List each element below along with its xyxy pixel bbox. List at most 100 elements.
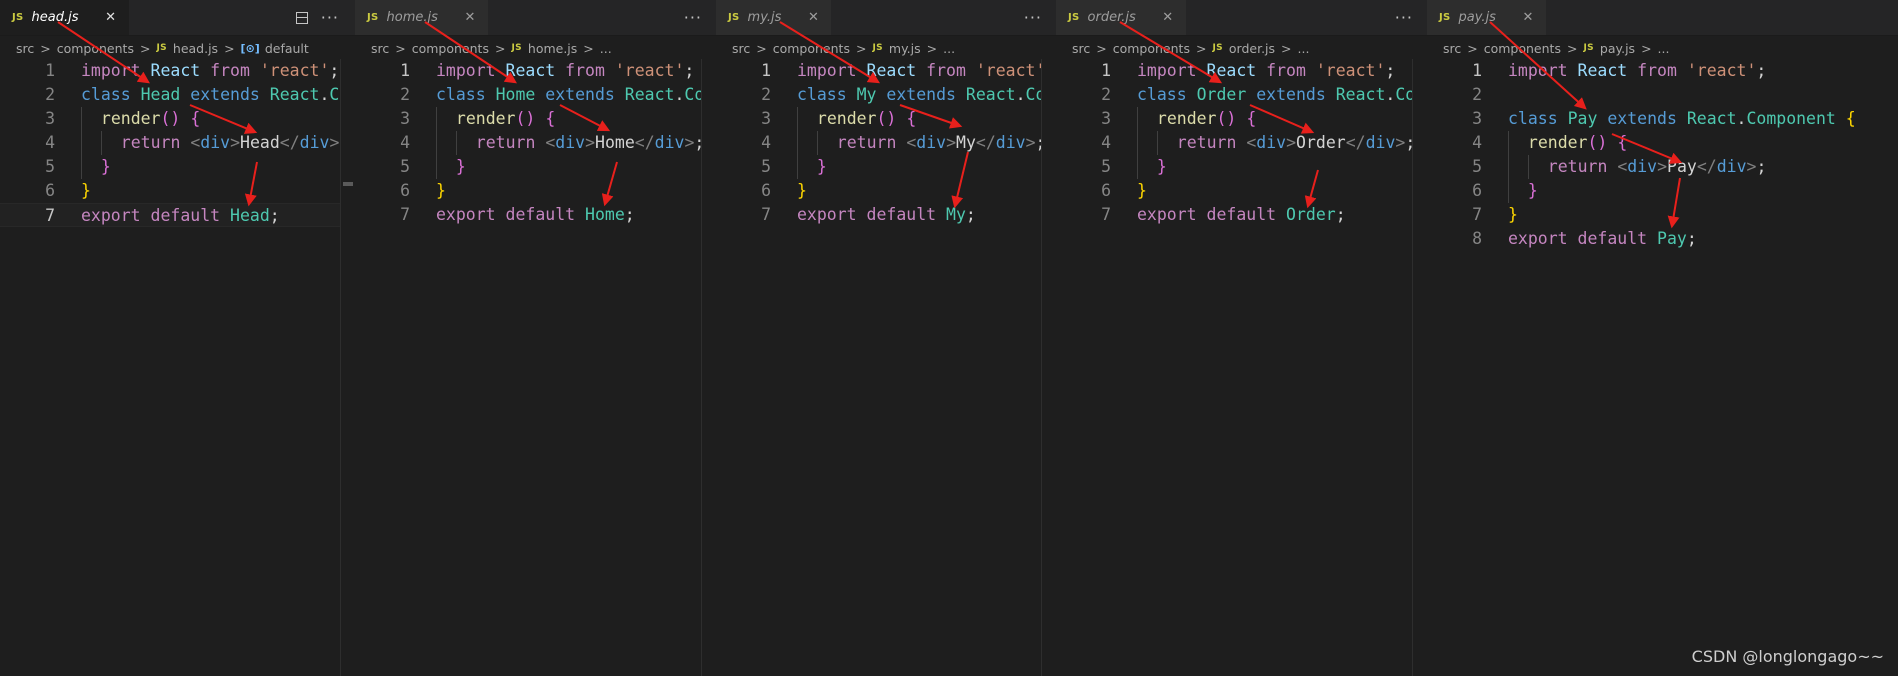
code-token: render bbox=[816, 109, 877, 128]
scrollbar-thumb[interactable] bbox=[343, 182, 353, 186]
code-token: } bbox=[100, 157, 111, 176]
tab-my-js[interactable]: JS my.js ✕ bbox=[716, 0, 833, 35]
code-token: React bbox=[150, 61, 201, 80]
breadcrumb-file[interactable]: my.js bbox=[889, 41, 921, 56]
scrollbar[interactable] bbox=[340, 59, 355, 676]
breadcrumb-folder[interactable]: src bbox=[1443, 41, 1461, 56]
code-token: from bbox=[565, 61, 605, 80]
code-token: Pay bbox=[1657, 229, 1687, 248]
breadcrumb-folder[interactable]: components bbox=[57, 41, 134, 56]
code-token: ; bbox=[624, 205, 635, 224]
code-editor[interactable]: 1 import React from 'react'; 2 class Home e… bbox=[355, 59, 716, 227]
code-token: > bbox=[684, 133, 695, 152]
code-line: 8 export default Pay; bbox=[1427, 227, 1898, 251]
breadcrumb-file[interactable]: head.js bbox=[173, 41, 218, 56]
code-token: () bbox=[515, 109, 536, 128]
breadcrumb-folder[interactable]: src bbox=[371, 41, 389, 56]
scrollbar[interactable] bbox=[701, 59, 716, 676]
breadcrumb: src > components > JS head.js > [⊙] default bbox=[0, 37, 355, 59]
split-editor-icon[interactable] bbox=[295, 11, 308, 24]
breadcrumb-symbol[interactable]: ... bbox=[943, 41, 955, 56]
code-editor[interactable]: 1 import React from 'react'; 2 class Head e… bbox=[0, 59, 355, 227]
breadcrumb-symbol[interactable]: ... bbox=[1658, 41, 1670, 56]
js-file-icon: JS bbox=[367, 12, 379, 23]
code-token: extends bbox=[886, 85, 956, 104]
breadcrumb-folder[interactable]: src bbox=[732, 41, 750, 56]
tab-pay-js[interactable]: JS pay.js ✕ bbox=[1427, 0, 1547, 35]
code-token: . bbox=[1015, 85, 1026, 104]
breadcrumb-folder[interactable]: components bbox=[412, 41, 489, 56]
breadcrumb-file[interactable]: home.js bbox=[528, 41, 577, 56]
tab-head-js[interactable]: JS head.js ✕ bbox=[0, 0, 130, 35]
code-editor[interactable]: 1 import React from 'react'; 2 class My ext… bbox=[716, 59, 1056, 227]
tab-home-js[interactable]: JS home.js ✕ bbox=[355, 0, 489, 35]
line-number: 7 bbox=[400, 205, 410, 224]
more-actions-icon[interactable]: ··· bbox=[1395, 8, 1413, 27]
scrollbar[interactable] bbox=[1412, 59, 1427, 676]
indent-guide bbox=[1137, 131, 1138, 155]
code-token: } bbox=[1508, 205, 1518, 224]
line-number: 1 bbox=[45, 61, 55, 80]
chevron-right-icon: > bbox=[756, 40, 767, 56]
close-icon[interactable]: ✕ bbox=[103, 10, 119, 25]
code-token: () bbox=[876, 109, 897, 128]
breadcrumb-folder[interactable]: components bbox=[1484, 41, 1561, 56]
breadcrumb-symbol[interactable]: ... bbox=[600, 41, 612, 56]
code-token: div bbox=[654, 133, 685, 152]
breadcrumb-folder[interactable]: src bbox=[1072, 41, 1090, 56]
breadcrumb-symbol[interactable]: ... bbox=[1298, 41, 1310, 56]
breadcrumb-symbol[interactable]: default bbox=[265, 41, 309, 56]
line-number: 6 bbox=[400, 181, 410, 200]
line-number: 5 bbox=[400, 157, 410, 176]
breadcrumb-file[interactable]: pay.js bbox=[1600, 41, 1635, 56]
code-line: 5} bbox=[716, 155, 1056, 179]
indent-guide bbox=[1156, 131, 1158, 155]
indent-guide bbox=[100, 131, 102, 155]
chevron-right-icon: > bbox=[855, 40, 867, 56]
code-token: ; bbox=[684, 61, 695, 80]
code-token: div bbox=[1256, 133, 1287, 152]
close-icon[interactable]: ✕ bbox=[1160, 10, 1176, 25]
code-line: 7 export default Order; bbox=[1056, 203, 1427, 227]
code-editor[interactable]: 1 import React from 'react'; 2 class Order … bbox=[1056, 59, 1427, 227]
code-line: 3 render() { bbox=[0, 107, 355, 131]
code-text: } bbox=[817, 155, 827, 179]
line-number: 1 bbox=[400, 61, 410, 80]
line-number: 3 bbox=[1101, 109, 1111, 128]
more-actions-icon[interactable]: ··· bbox=[684, 8, 702, 27]
code-editor[interactable]: 1 import React from 'react'; 2 3 class Pay e… bbox=[1427, 59, 1898, 251]
close-icon[interactable]: ✕ bbox=[805, 10, 821, 25]
close-icon[interactable]: ✕ bbox=[462, 10, 478, 25]
indent-guide bbox=[81, 155, 82, 179]
indent-guide bbox=[1508, 155, 1509, 179]
more-actions-icon[interactable]: ··· bbox=[1024, 8, 1042, 27]
breadcrumb-file[interactable]: order.js bbox=[1229, 41, 1275, 56]
breadcrumb-folder[interactable]: components bbox=[773, 41, 850, 56]
line-number: 3 bbox=[45, 109, 55, 128]
chevron-right-icon: > bbox=[1641, 40, 1652, 56]
code-line: 1 import React from 'react'; bbox=[0, 59, 355, 83]
code-token: return bbox=[120, 133, 181, 152]
code-token: default bbox=[1577, 229, 1648, 248]
scrollbar[interactable] bbox=[1041, 59, 1056, 676]
breadcrumb-folder[interactable]: components bbox=[1113, 41, 1190, 56]
code-text: class Order extends React.Component { bbox=[1137, 83, 1427, 107]
code-token: </ bbox=[279, 133, 300, 152]
code-token: import bbox=[1508, 61, 1568, 80]
code-token: React bbox=[866, 61, 917, 80]
code-token: </ bbox=[1345, 133, 1366, 152]
code-text: } bbox=[797, 179, 807, 203]
breadcrumb-folder[interactable]: src bbox=[16, 41, 34, 56]
chevron-right-icon: > bbox=[224, 40, 235, 56]
tab-order-js[interactable]: JS order.js ✕ bbox=[1056, 0, 1187, 35]
close-icon[interactable]: ✕ bbox=[1520, 10, 1536, 25]
more-actions-icon[interactable]: ··· bbox=[321, 8, 339, 27]
code-text: render() { bbox=[1157, 107, 1256, 131]
chevron-right-icon: > bbox=[926, 40, 938, 56]
